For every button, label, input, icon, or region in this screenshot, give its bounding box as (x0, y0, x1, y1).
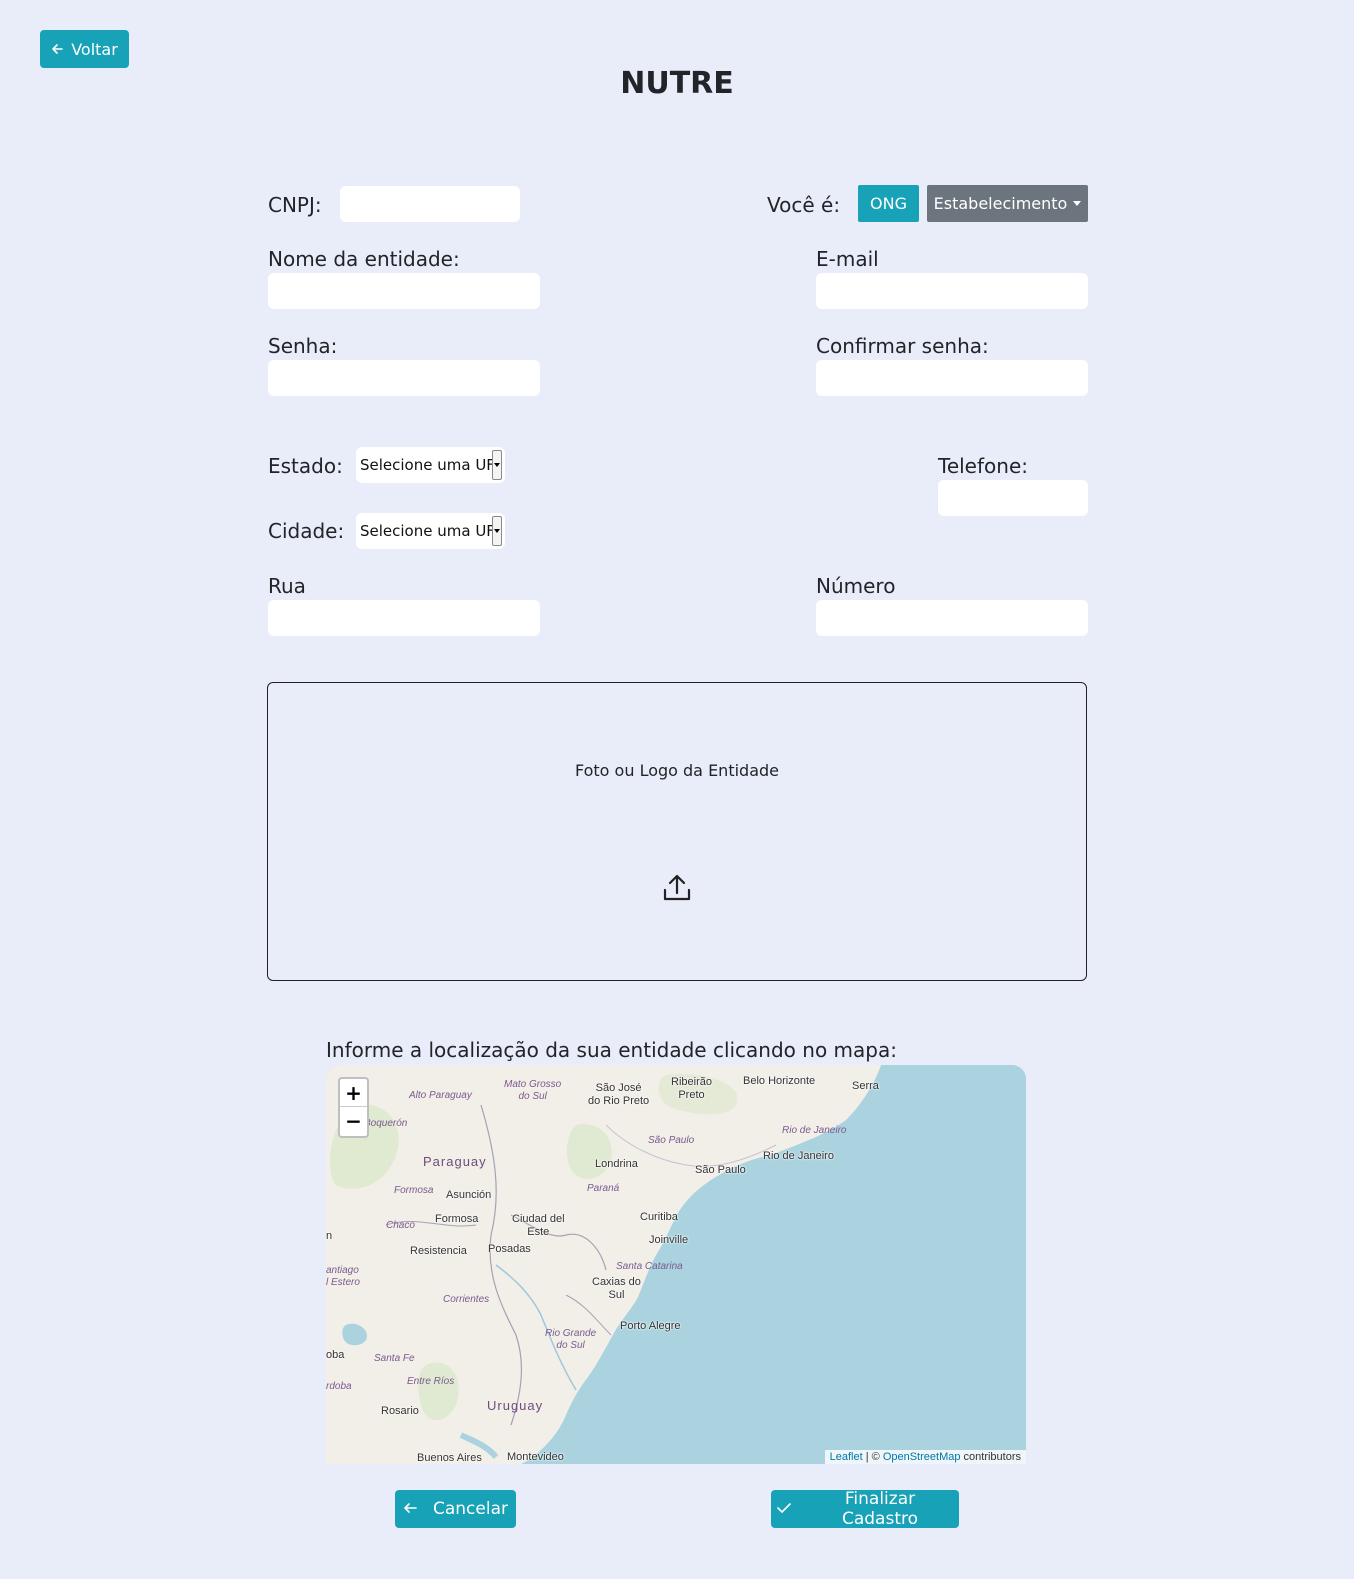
back-button[interactable]: Voltar (40, 30, 129, 68)
city-label: Cidade: (268, 519, 345, 543)
establishment-dropdown-button[interactable]: Estabelecimento (927, 185, 1088, 222)
map-label-rio-grande: Rio Grande do Sul (545, 1328, 597, 1351)
arrow-left-icon (403, 1499, 417, 1519)
map-label-rosario: Rosario (381, 1405, 419, 1417)
state-label: Estado: (268, 454, 343, 478)
email-label: E-mail (816, 247, 879, 271)
logo-upload-dropzone[interactable]: Foto ou Logo da Entidade (267, 682, 1087, 981)
map-label-posadas: Posadas (488, 1243, 531, 1255)
number-label: Número (816, 574, 896, 598)
attribution-suffix: contributors (960, 1451, 1021, 1463)
map-label-montevideo: Montevideo (507, 1451, 564, 1463)
osm-link[interactable]: OpenStreetMap (883, 1451, 961, 1463)
map-label-boqueron: Boquerón (364, 1118, 408, 1129)
street-label: Rua (268, 574, 306, 598)
map-label-paraguay: Paraguay (423, 1154, 487, 1169)
map-label-serra: Serra (852, 1080, 879, 1092)
entity-name-input[interactable] (268, 273, 540, 309)
confirm-password-input[interactable] (816, 360, 1088, 396)
state-select-arrow[interactable] (492, 450, 502, 480)
caret-down-icon (494, 463, 500, 467)
location-map[interactable]: Alto Paraguay Mato Grosso do Sul São Jos… (326, 1065, 1026, 1464)
map-label-londrina: Londrina (595, 1158, 638, 1170)
map-label-asuncion: Asunción (446, 1189, 492, 1201)
map-label-rio-state: Rio de Janeiro (782, 1125, 847, 1136)
map-label-rio-city: Rio de Janeiro (763, 1150, 834, 1162)
state-select-value: Selecione uma UF (360, 456, 495, 474)
phone-label: Telefone: (938, 454, 1028, 478)
arrow-left-icon (51, 40, 64, 59)
map-label-joinville: Joinville (649, 1234, 689, 1246)
entity-type-label: Você é: (767, 193, 841, 217)
map-label-sao-paulo-city: São Paulo (695, 1164, 746, 1176)
zoom-in-button[interactable]: + (340, 1079, 367, 1107)
number-input[interactable] (816, 600, 1088, 636)
map-label-n: n (326, 1230, 333, 1242)
map-label-corrientes: Corrientes (443, 1294, 490, 1305)
map-label-ciudad-del-este: Ciudad del Este (512, 1213, 565, 1238)
upload-icon (660, 871, 694, 905)
map-label-rdoba: rdoba (326, 1381, 352, 1392)
caret-down-icon (494, 529, 500, 533)
attribution-separator: | © (862, 1451, 883, 1463)
city-select-arrow[interactable] (492, 516, 502, 546)
map-label-santa-fe: Santa Fe (374, 1353, 415, 1364)
email-input[interactable] (816, 273, 1088, 309)
back-button-label: Voltar (71, 39, 118, 59)
check-icon (777, 1499, 791, 1519)
map-label-porto-alegre: Porto Alegre (620, 1320, 681, 1332)
map-label-sao-paulo-state: São Paulo (648, 1135, 695, 1146)
password-input[interactable] (268, 360, 540, 396)
phone-input[interactable] (938, 480, 1088, 516)
finish-registration-button[interactable]: Finalizar Cadastro (771, 1489, 959, 1529)
map-label-resistencia: Resistencia (410, 1245, 467, 1257)
entity-name-label: Nome da entidade: (268, 247, 460, 271)
cnpj-label: CNPJ: (268, 193, 322, 217)
caret-down-icon (1073, 201, 1082, 206)
map-attribution: Leaflet | © OpenStreetMap contributors (824, 1450, 1026, 1464)
map-label-ribeirao: Ribeirão Preto (671, 1076, 712, 1101)
map-label-formosa-city: Formosa (435, 1213, 479, 1225)
leaflet-link[interactable]: Leaflet (830, 1451, 863, 1463)
map-label-santa-catarina: Santa Catarina (616, 1261, 683, 1272)
map-label-santiago: antiago l Estero (326, 1265, 360, 1288)
city-select-value: Selecione uma UF (360, 522, 495, 540)
cancel-button[interactable]: Cancelar (395, 1490, 516, 1528)
finish-button-label: Finalizar Cadastro (841, 1489, 919, 1529)
map-label-entre-rios: Entre Ríos (407, 1376, 455, 1387)
city-select[interactable]: Selecione uma UF (356, 513, 505, 549)
cnpj-input[interactable] (340, 186, 520, 222)
map-label-parana: Paraná (587, 1183, 620, 1194)
map-label-belo-horizonte: Belo Horizonte (743, 1075, 816, 1087)
map-label-caxias: Caxias do Sul (592, 1276, 641, 1301)
map-label-formosa-region: Formosa (394, 1185, 434, 1196)
upload-label: Foto ou Logo da Entidade (574, 761, 779, 780)
confirm-password-label: Confirmar senha: (816, 334, 989, 358)
map-label-uruguay: Uruguay (487, 1398, 544, 1413)
map-label-oba: oba (326, 1349, 345, 1361)
password-label: Senha: (268, 334, 338, 358)
map-label-chaco: Chaco (386, 1220, 415, 1231)
map-label-sao-jose: São José do Rio Preto (588, 1082, 650, 1107)
map-label-alto-paraguay: Alto Paraguay (409, 1090, 472, 1101)
map-zoom-control: + − (338, 1077, 369, 1138)
map-label-curitiba: Curitiba (640, 1211, 678, 1223)
state-select[interactable]: Selecione uma UF (356, 447, 505, 483)
map-label-buenos-aires: Buenos Aires (417, 1452, 482, 1464)
ong-toggle-button[interactable]: ONG (858, 185, 919, 222)
map-instruction-label: Informe a localização da sua entidade cl… (326, 1038, 897, 1062)
zoom-out-button[interactable]: − (340, 1107, 367, 1135)
street-input[interactable] (268, 600, 540, 636)
cancel-button-label: Cancelar (433, 1499, 508, 1519)
establishment-label: Estabelecimento (933, 194, 1068, 213)
map-label-mato-grosso: Mato Grosso do Sul (504, 1079, 562, 1102)
page-title: NUTRE (620, 66, 734, 101)
